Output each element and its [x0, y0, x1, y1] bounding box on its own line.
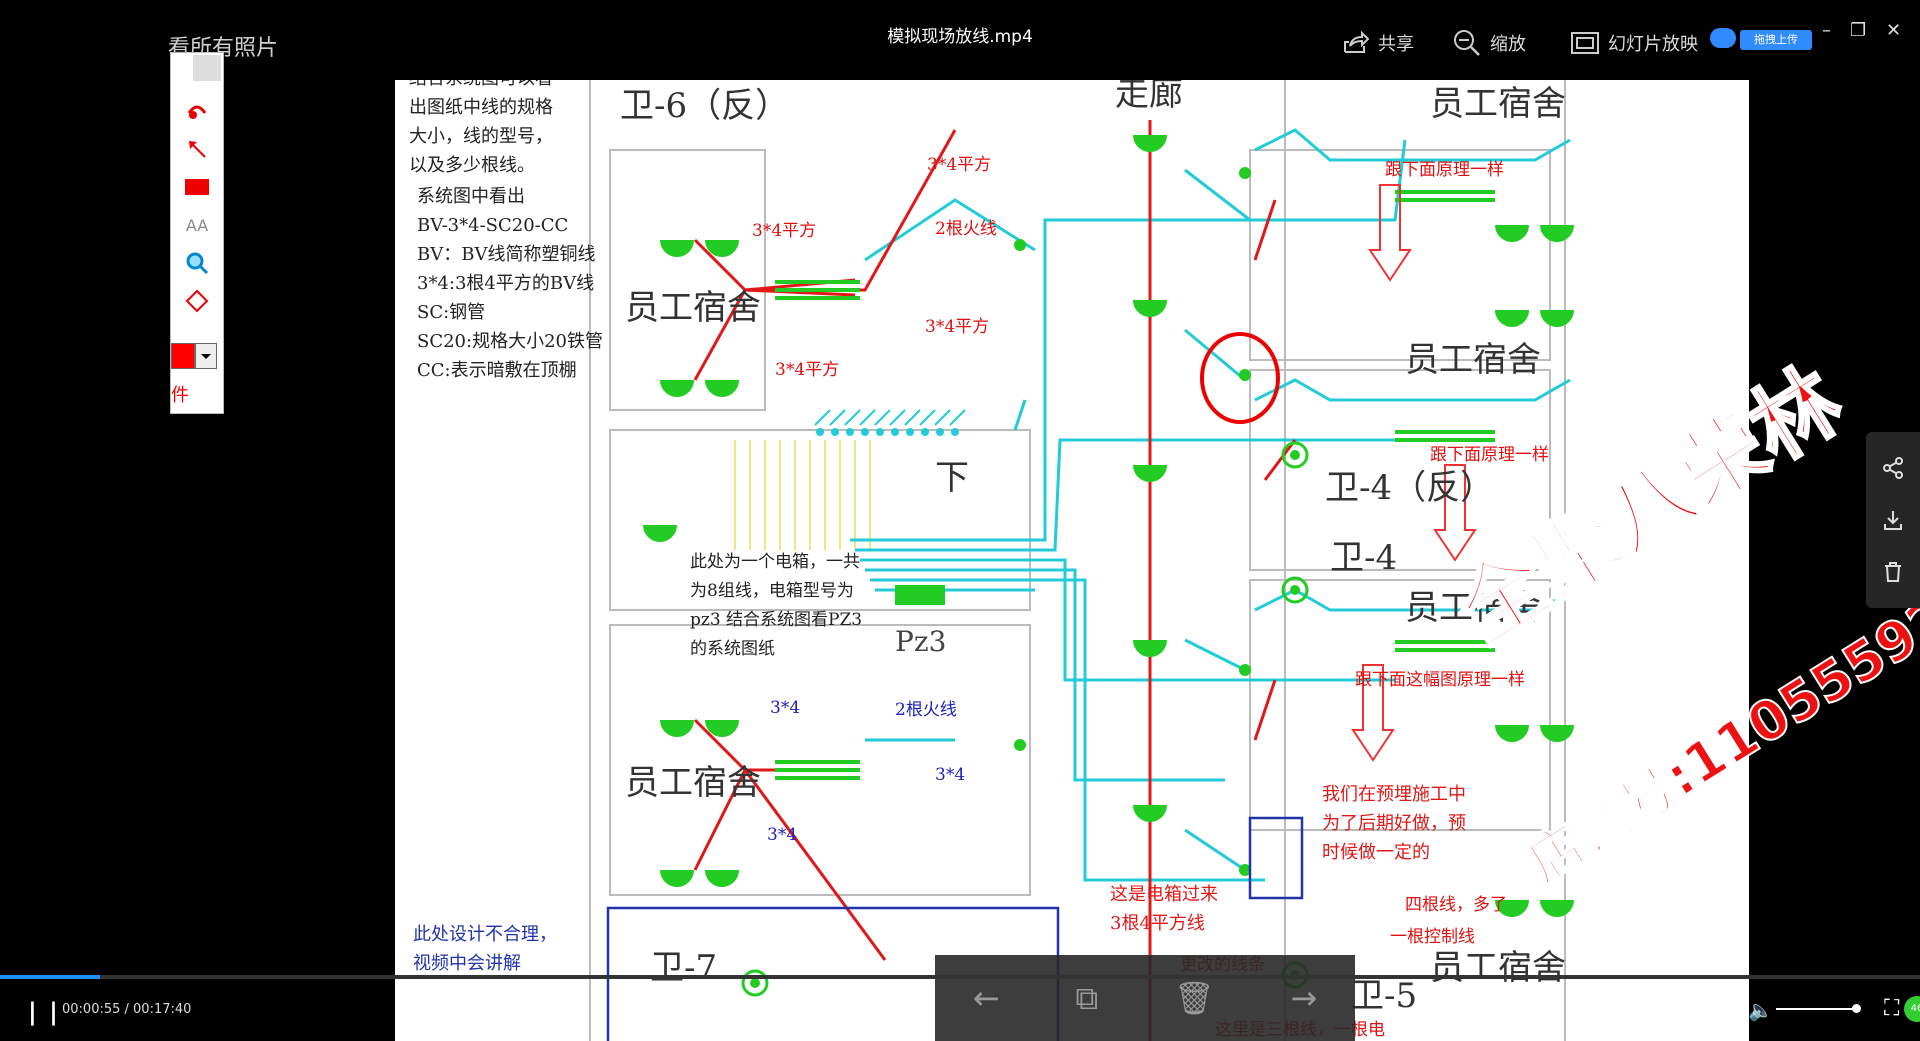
wire-label-34sq-2: 3*4平方 — [752, 221, 817, 241]
zoom-button[interactable]: 缩放 — [1452, 28, 1526, 58]
seek-bar-fill — [0, 975, 100, 979]
rotate-icon[interactable]: ⧉ — [1075, 979, 1098, 1018]
eraser-icon[interactable] — [185, 289, 209, 313]
stairs-down-label: 下 — [935, 458, 969, 498]
note-system-legend: 系统图中看出 BV-3*4-SC20-CC BV：BV线简称塑铜线 3*4:3根… — [417, 186, 603, 381]
dorm-label-6: 员工宿舍 — [1430, 948, 1566, 988]
same-principle-3: 跟下面这幅图原理一样 — [1355, 670, 1525, 690]
trash-icon[interactable] — [1881, 560, 1905, 584]
pz3-label: Pz3 — [895, 625, 947, 658]
file-label: 件 — [171, 385, 189, 406]
corridor-label: 走廊 — [1115, 80, 1183, 114]
pause-button[interactable]: | | — [28, 998, 60, 1026]
restore-icon[interactable]: ❐ — [1850, 20, 1866, 41]
magnifier-icon[interactable] — [185, 251, 209, 275]
slideshow-label: 幻灯片放映 — [1608, 34, 1698, 55]
share-icon[interactable] — [1881, 456, 1905, 480]
room-label-7: 卫-7 — [650, 948, 718, 988]
seek-bar[interactable] — [0, 975, 1920, 979]
top-bar: 看所有照片 模拟现场放线.mp4 共享 缩放 幻灯片放映 拖拽上传 – ❐ ✕ — [0, 0, 1920, 80]
close-icon[interactable]: ✕ — [1886, 20, 1901, 41]
note-system-intro: 结合系统图可以看 出图纸中线的规格 大小，线的型号， 以及多少根线。 — [409, 80, 553, 176]
share-label: 共享 — [1378, 34, 1414, 55]
next-arrow-icon[interactable]: → — [1290, 979, 1317, 1017]
room-label-4rev: 卫-4（反） — [1325, 468, 1495, 508]
wire-label-34sq-3: 3*4平方 — [925, 317, 990, 337]
fullscreen-icon[interactable]: ⛶ — [1884, 996, 1899, 1021]
time-readout: 00:00:55 / 00:17:40 — [62, 1002, 192, 1017]
download-icon[interactable] — [1881, 508, 1905, 532]
room-label-4: 卫-4 — [1330, 538, 1398, 578]
slideshow-icon — [1571, 32, 1599, 54]
annotation-toolbar: AA 件 — [170, 52, 224, 414]
prev-arrow-icon[interactable]: ← — [973, 979, 1000, 1017]
wire-label-2fire-2: 2根火线 — [895, 700, 957, 720]
undo-icon[interactable] — [185, 99, 209, 123]
volume-knob[interactable] — [1851, 1004, 1861, 1013]
minimize-icon[interactable]: – — [1822, 20, 1831, 41]
wire-label-34-3: 3*4 — [767, 825, 798, 845]
volume-slider[interactable] — [1776, 1008, 1860, 1010]
color-swatch[interactable] — [171, 343, 195, 369]
chevron-down-icon — [201, 354, 211, 359]
control-wire-note: 一根控制线 — [1390, 927, 1475, 947]
text-tool-icon[interactable]: AA — [185, 213, 209, 237]
share-button[interactable]: 共享 — [1340, 28, 1414, 58]
wire-label-34-1: 3*4 — [770, 698, 801, 718]
side-action-panel — [1866, 432, 1920, 608]
dorm-label-3: 员工宿舍 — [1430, 84, 1566, 124]
zoom-label: 缩放 — [1490, 34, 1526, 55]
four-wires-note: 四根线，多了 — [1405, 895, 1507, 915]
toolbar-grip[interactable] — [193, 55, 221, 81]
panel-box-note: 此处为一个电箱，一共 为8组线，电箱型号为 pz3 结合系统图看PZ3 的系统图… — [690, 552, 863, 659]
volume-icon[interactable]: 🔈 — [1748, 998, 1773, 1022]
wire-label-2fire-1: 2根火线 — [935, 219, 997, 239]
dorm-label-1: 员工宿舍 — [625, 288, 761, 328]
color-dropdown[interactable] — [195, 343, 217, 369]
box-from-note: 这是电箱过来 3根4平方线 — [1110, 884, 1218, 934]
share-icon — [1344, 30, 1370, 53]
upload-button[interactable]: 拖拽上传 — [1740, 30, 1812, 50]
wire-label-34-2: 3*4 — [935, 765, 966, 785]
cloud-icon — [1710, 28, 1736, 48]
image-nav-bar: ← ⧉ 🗑 → — [935, 955, 1355, 1041]
arrow-tool-icon[interactable] — [185, 137, 209, 161]
slideshow-button[interactable]: 幻灯片放映 — [1570, 28, 1698, 58]
same-principle-1: 跟下面原理一样 — [1385, 160, 1504, 180]
dorm-label-2: 员工宿舍 — [625, 763, 761, 803]
room-label-top-left: 卫-6（反） — [620, 86, 790, 126]
rectangle-tool-icon[interactable] — [185, 175, 209, 199]
delete-icon[interactable]: 🗑 — [1174, 979, 1215, 1017]
status-badge: 46 — [1904, 996, 1920, 1022]
wire-label-34sq-1: 3*4平方 — [927, 155, 992, 175]
zoom-icon — [1454, 30, 1480, 56]
dorm-label-4: 员工宿舍 — [1405, 340, 1541, 380]
design-note: 此处设计不合理， 视频中会讲解 — [413, 924, 557, 974]
preinstall-note: 我们在预埋施工中 为了后期好做，预 时候做一定的 — [1322, 784, 1466, 863]
wire-label-34sq-4: 3*4平方 — [775, 360, 840, 380]
